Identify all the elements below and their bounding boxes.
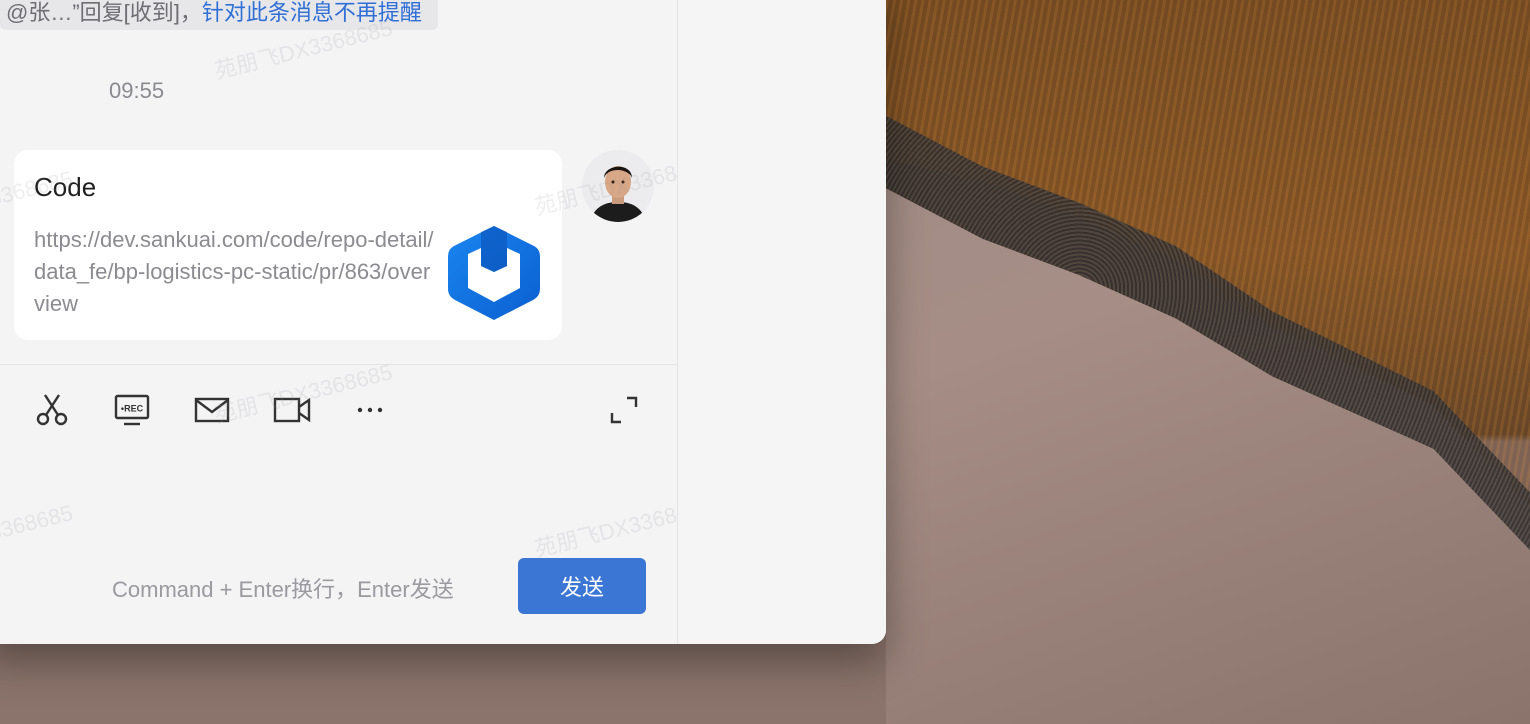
link-card-title: Code bbox=[34, 172, 97, 202]
reply-notice: @张…”回复[收到]，针对此条消息不再提醒 bbox=[0, 0, 438, 30]
link-card-message[interactable]: Code https://dev.sankuai.com/code/repo-d… bbox=[14, 150, 562, 340]
link-card-url[interactable]: https://dev.sankuai.com/code/repo-detail… bbox=[34, 224, 434, 320]
send-shortcut-hint: Command + Enter换行，Enter发送 bbox=[112, 577, 454, 602]
video-camera-icon[interactable] bbox=[272, 390, 312, 430]
scissors-icon[interactable] bbox=[32, 390, 72, 430]
mail-icon[interactable] bbox=[192, 390, 232, 430]
more-icon[interactable] bbox=[352, 390, 392, 430]
message-timestamp: 09:55 bbox=[109, 78, 165, 103]
screen-record-icon[interactable]: •REC bbox=[112, 390, 152, 430]
side-pane bbox=[677, 0, 886, 644]
watermark: 3368685 bbox=[0, 500, 76, 546]
send-button[interactable]: 发送 bbox=[518, 558, 646, 614]
reply-notice-text: @张…”回复[收到]， bbox=[6, 0, 202, 25]
mute-reminder-link[interactable]: 针对此条消息不再提醒 bbox=[202, 0, 422, 25]
composer-divider bbox=[0, 364, 677, 365]
chat-pane: @张…”回复[收到]，针对此条消息不再提醒 09:55 Code https:/… bbox=[0, 0, 715, 644]
avatar[interactable] bbox=[582, 150, 654, 222]
user-avatar-icon bbox=[582, 150, 654, 222]
svg-text:•REC: •REC bbox=[121, 404, 144, 414]
expand-icon[interactable] bbox=[604, 390, 644, 430]
chat-window: @张…”回复[收到]，针对此条消息不再提醒 09:55 Code https:/… bbox=[0, 0, 886, 644]
code-app-logo-icon bbox=[448, 226, 540, 320]
